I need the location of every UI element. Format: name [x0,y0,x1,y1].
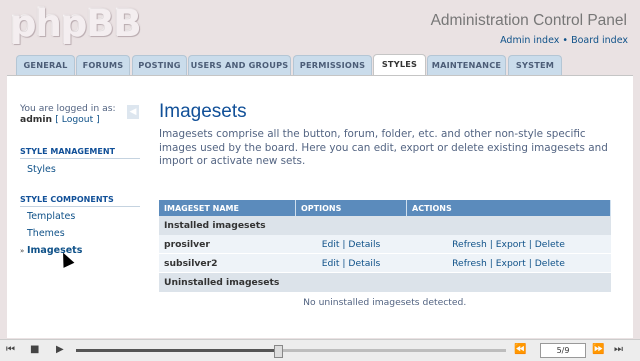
stop-icon[interactable]: ■ [30,344,39,355]
logout-link[interactable]: [ Logout ] [55,114,99,125]
imageset-name: prosilver [159,235,296,254]
imageset-options-links[interactable]: Edit | Details [295,253,407,273]
uninstalled-group-row: Uninstalled imagesets [159,272,611,292]
sidebar-item-imagesets[interactable]: Imagesets [27,245,82,256]
progress-knob[interactable] [274,345,284,358]
sidebar-item-themes[interactable]: Themes [27,228,65,239]
imageset-action-links[interactable]: Refresh | Export | Delete [406,235,611,254]
skip-to-end-icon[interactable]: ⏭ [614,344,623,355]
admin-index-link[interactable]: Admin index [500,35,559,46]
main-content: Imagesets Imagesets comprise all the but… [159,101,619,312]
tab-permissions[interactable]: PERMISSIONS [293,55,372,75]
fast-forward-icon[interactable]: ⏩ [592,344,604,355]
board-index-link[interactable]: Board index [571,35,628,46]
tab-users-and-groups[interactable]: USERS AND GROUPS [188,55,291,75]
tab-styles[interactable]: STYLES [373,54,426,76]
table-row: subsilver2 Edit | Details Refresh | Expo… [159,253,611,273]
collapse-sidebar-icon[interactable]: ◀ [127,105,139,119]
header-links: Admin index • Board index [500,35,628,46]
page-indicator: 5/9 [540,343,586,358]
uninstalled-group-label: Uninstalled imagesets [159,272,611,292]
empty-row: No uninstalled imagesets detected. [159,292,611,312]
tab-forums[interactable]: FORUMS [76,55,130,75]
header: phpBB Administration Control Panel Admin… [0,0,640,56]
column-header-name: IMAGESET NAME [159,200,296,216]
active-item-arrow-icon: » [20,247,25,255]
imageset-action-links[interactable]: Refresh | Export | Delete [406,253,611,273]
video-player-bar: ⏮ ■ ▶ ⏪ 5/9 ⏩ ⏭ [0,339,640,361]
section-style-components: STYLE COMPONENTS [20,195,140,207]
installed-group-label: Installed imagesets [159,216,611,235]
links-separator: • [562,35,569,46]
table-row: prosilver Edit | Details Refresh | Expor… [159,235,611,254]
tab-posting[interactable]: POSTING [132,55,187,75]
column-header-actions: ACTIONS [406,200,611,216]
imageset-options-links[interactable]: Edit | Details [295,235,407,254]
page-title: Administration Control Panel [430,12,627,29]
sidebar-item-templates[interactable]: Templates [27,211,75,222]
column-header-options: OPTIONS [295,200,407,216]
content-panel: You are logged in as: admin [ Logout ] S… [7,75,633,338]
sidebar-item-styles[interactable]: Styles [27,164,56,175]
table-header-row: IMAGESET NAME OPTIONS ACTIONS [159,200,611,216]
imagesets-table: IMAGESET NAME OPTIONS ACTIONS Installed … [159,200,611,312]
tab-system[interactable]: SYSTEM [508,55,562,75]
username: admin [20,114,53,125]
installed-group-row: Installed imagesets [159,216,611,235]
progress-fill [76,349,279,352]
rewind-icon[interactable]: ⏪ [514,344,526,355]
imageset-name: subsilver2 [159,253,296,273]
play-icon[interactable]: ▶ [56,344,64,355]
section-style-management: STYLE MANAGEMENT [20,147,140,159]
tab-general[interactable]: GENERAL [16,55,75,75]
phpbb-logo[interactable]: phpBB [10,2,142,45]
section-title: Imagesets [159,101,247,122]
empty-message: No uninstalled imagesets detected. [159,292,611,312]
skip-to-start-icon[interactable]: ⏮ [6,344,15,355]
section-description: Imagesets comprise all the button, forum… [159,128,608,167]
tab-maintenance[interactable]: MAINTENANCE [427,55,506,75]
progress-track[interactable] [76,349,506,352]
